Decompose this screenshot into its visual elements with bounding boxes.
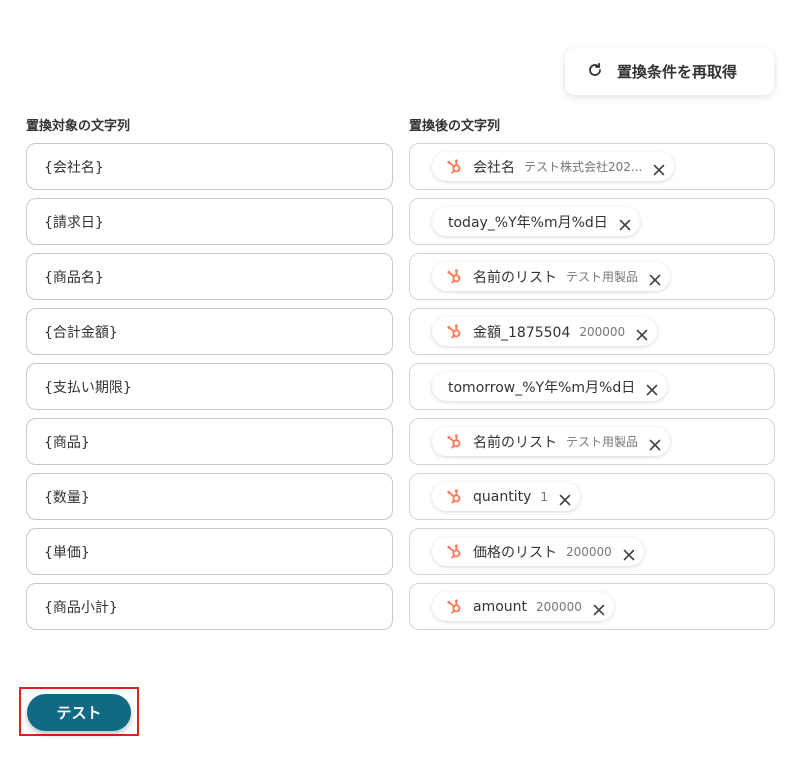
replacement-row: {商品小計} amount 200000 bbox=[0, 583, 805, 630]
source-string-field[interactable]: {合計金額} bbox=[26, 308, 393, 355]
chip-label: 金額_1875504 bbox=[473, 324, 571, 341]
chip-sample-value: テスト株式会社202... bbox=[524, 160, 643, 174]
replacement-row: {会社名} 会社名 テスト株式会社202... bbox=[0, 143, 805, 190]
chip-sample-value: 200000 bbox=[566, 544, 612, 559]
chip-label: 名前のリスト bbox=[473, 269, 557, 286]
chip-label: quantity bbox=[473, 488, 532, 505]
target-value-field[interactable]: tomorrow_%Y年%m月%d日 bbox=[409, 363, 775, 410]
test-button-highlight: テスト bbox=[19, 687, 139, 736]
variable-chip[interactable]: amount 200000 bbox=[432, 592, 614, 621]
close-icon[interactable] bbox=[653, 161, 665, 175]
hubspot-icon bbox=[446, 598, 463, 615]
close-icon[interactable] bbox=[649, 436, 661, 450]
close-icon[interactable] bbox=[619, 216, 631, 230]
hubspot-icon bbox=[446, 268, 463, 285]
chip-label: tomorrow_%Y年%m月%d日 bbox=[448, 379, 636, 396]
chip-label: 価格のリスト bbox=[473, 544, 557, 561]
chip-sample-value: 200000 bbox=[536, 599, 582, 614]
replacement-row: {数量} quantity 1 bbox=[0, 473, 805, 520]
source-string-field[interactable]: {商品名} bbox=[26, 253, 393, 300]
refresh-conditions-label: 置換条件を再取得 bbox=[617, 63, 738, 81]
replacement-row: {単価} 価格のリスト 200000 bbox=[0, 528, 805, 575]
replacement-row: {請求日} today_%Y年%m月%d日 bbox=[0, 198, 805, 245]
chip-label: 会社名 bbox=[473, 159, 515, 176]
source-column-label: 置換対象の文字列 bbox=[26, 119, 131, 134]
chip-label: amount bbox=[473, 598, 528, 615]
variable-chip[interactable]: 会社名 テスト株式会社202... bbox=[432, 152, 675, 181]
target-value-field[interactable]: today_%Y年%m月%d日 bbox=[409, 198, 775, 245]
source-string-field[interactable]: {支払い期限} bbox=[26, 363, 393, 410]
variable-chip[interactable]: 価格のリスト 200000 bbox=[432, 537, 644, 566]
chip-sample-value: テスト用製品 bbox=[566, 435, 639, 449]
target-value-field[interactable]: 名前のリスト テスト用製品 bbox=[409, 253, 775, 300]
source-string-field[interactable]: {商品小計} bbox=[26, 583, 393, 630]
chip-label: today_%Y年%m月%d日 bbox=[448, 214, 608, 231]
source-string-field[interactable]: {請求日} bbox=[26, 198, 393, 245]
test-button[interactable]: テスト bbox=[27, 694, 131, 731]
chip-sample-value: 1 bbox=[540, 489, 549, 504]
hubspot-icon bbox=[446, 158, 463, 175]
replacement-row: {合計金額} 金額_1875504 200000 bbox=[0, 308, 805, 355]
close-icon[interactable] bbox=[636, 326, 648, 340]
replacement-row: {支払い期限} tomorrow_%Y年%m月%d日 bbox=[0, 363, 805, 410]
variable-chip[interactable]: 名前のリスト テスト用製品 bbox=[432, 427, 671, 456]
target-value-field[interactable]: quantity 1 bbox=[409, 473, 775, 520]
variable-chip[interactable]: tomorrow_%Y年%m月%d日 bbox=[432, 372, 668, 401]
close-icon[interactable] bbox=[646, 381, 658, 395]
close-icon[interactable] bbox=[623, 546, 635, 560]
chip-label: 名前のリスト bbox=[473, 434, 557, 451]
hubspot-icon bbox=[446, 323, 463, 340]
variable-chip[interactable]: quantity 1 bbox=[432, 482, 581, 511]
target-column-label: 置換後の文字列 bbox=[409, 119, 501, 134]
close-icon[interactable] bbox=[593, 601, 605, 615]
target-value-field[interactable]: 価格のリスト 200000 bbox=[409, 528, 775, 575]
source-string-field[interactable]: {単価} bbox=[26, 528, 393, 575]
replacement-row: {商品名} 名前のリスト テスト用製品 bbox=[0, 253, 805, 300]
close-icon[interactable] bbox=[649, 271, 661, 285]
close-icon[interactable] bbox=[559, 491, 571, 505]
hubspot-icon bbox=[446, 433, 463, 450]
variable-chip[interactable]: today_%Y年%m月%d日 bbox=[432, 207, 640, 236]
target-value-field[interactable]: amount 200000 bbox=[409, 583, 775, 630]
refresh-conditions-button[interactable]: 置換条件を再取得 bbox=[565, 48, 774, 95]
variable-chip[interactable]: 名前のリスト テスト用製品 bbox=[432, 262, 671, 291]
variable-chip[interactable]: 金額_1875504 200000 bbox=[432, 317, 658, 346]
refresh-icon bbox=[587, 62, 603, 82]
source-string-field[interactable]: {商品} bbox=[26, 418, 393, 465]
hubspot-icon bbox=[446, 543, 463, 560]
target-value-field[interactable]: 会社名 テスト株式会社202... bbox=[409, 143, 775, 190]
replacement-row: {商品} 名前のリスト テスト用製品 bbox=[0, 418, 805, 465]
hubspot-icon bbox=[446, 488, 463, 505]
target-value-field[interactable]: 名前のリスト テスト用製品 bbox=[409, 418, 775, 465]
target-value-field[interactable]: 金額_1875504 200000 bbox=[409, 308, 775, 355]
chip-sample-value: テスト用製品 bbox=[566, 270, 639, 284]
chip-sample-value: 200000 bbox=[579, 324, 626, 339]
source-string-field[interactable]: {会社名} bbox=[26, 143, 393, 190]
source-string-field[interactable]: {数量} bbox=[26, 473, 393, 520]
